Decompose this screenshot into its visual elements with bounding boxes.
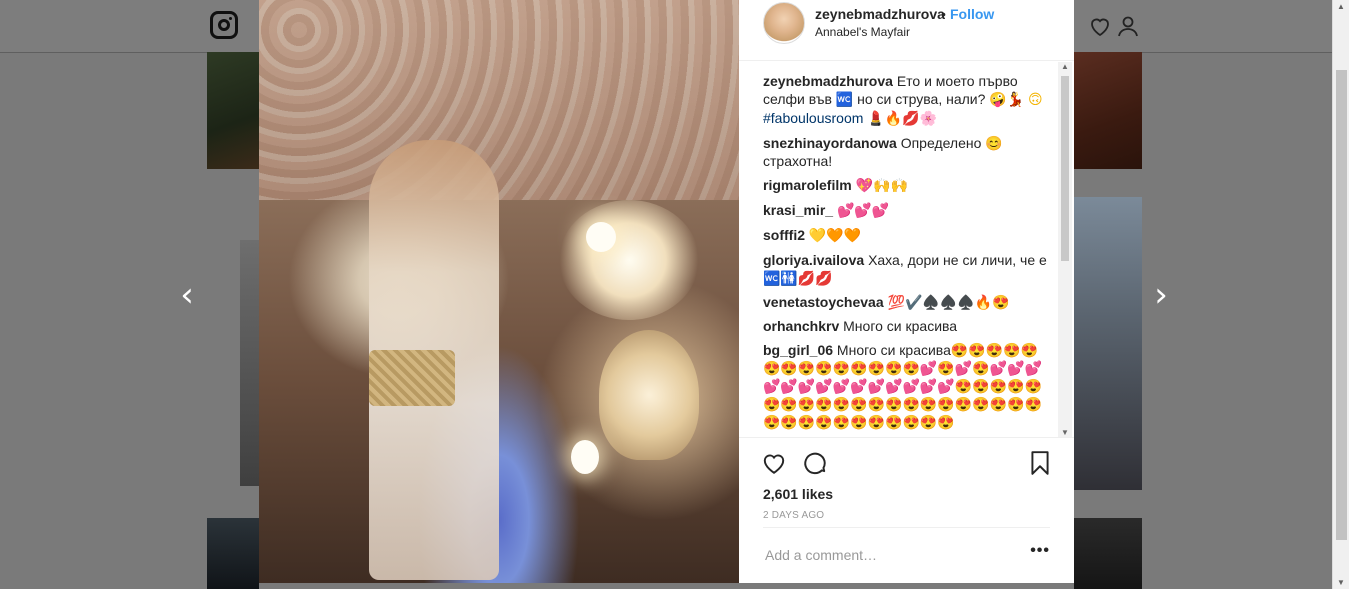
separator-dot: •	[941, 6, 946, 22]
list-item: rigmarolefilm 💖🙌🙌	[763, 176, 1053, 195]
scroll-up-icon[interactable]: ▲	[1337, 2, 1345, 11]
comment-icon[interactable]	[802, 450, 828, 476]
previous-post-arrow-icon[interactable]: ‹	[172, 278, 202, 312]
post-author-username[interactable]: zeynebmadzhurova	[815, 6, 945, 22]
comment-text: 💛🧡🧡	[808, 228, 862, 244]
comment-username[interactable]: gloriya.ivailova	[763, 252, 864, 268]
photo-floral-wall	[259, 0, 739, 200]
comment-input[interactable]	[763, 546, 1007, 564]
scroll-up-icon[interactable]: ▲	[1061, 62, 1069, 71]
comment-username[interactable]: bg_girl_06	[763, 342, 833, 358]
comment-username[interactable]: orhanchkrv	[763, 318, 839, 334]
comment-username[interactable]: krasi_mir_	[763, 202, 833, 218]
scroll-down-icon[interactable]: ▼	[1337, 578, 1345, 587]
comment-text: 💯✔️♠️♠️♠️🔥😍	[887, 294, 1010, 310]
list-item: snezhinayordanowa Определено 😊 страхотна…	[763, 134, 1053, 170]
heart-icon[interactable]	[1088, 14, 1112, 38]
grid-thumbnail[interactable]	[1074, 518, 1142, 589]
like-heart-icon[interactable]	[761, 450, 787, 476]
page-scrollbar[interactable]: ▲ ▼	[1332, 0, 1350, 589]
bookmark-icon[interactable]	[1027, 450, 1053, 476]
comment-username[interactable]: rigmarolefilm	[763, 177, 852, 193]
grid-thumbnail[interactable]	[1074, 197, 1142, 490]
comment-username[interactable]: snezhinayordanowa	[763, 135, 897, 151]
post-actions: 2,601 likes 2 DAYS AGO	[739, 437, 1074, 528]
next-post-arrow-icon[interactable]: ›	[1146, 278, 1176, 312]
profile-icon[interactable]	[1116, 14, 1140, 38]
hashtag-link[interactable]: #faboulousroom	[763, 110, 863, 126]
post-location[interactable]: Annabel's Mayfair	[815, 25, 910, 39]
grid-thumbnail[interactable]	[240, 240, 259, 486]
comment-emoji: 💄🔥💋🌸	[867, 111, 938, 127]
avatar[interactable]	[763, 2, 805, 44]
scrollbar-thumb[interactable]	[1336, 70, 1347, 540]
comment-username[interactable]: zeynebmadzhurova	[763, 73, 893, 89]
instagram-logo-icon[interactable]	[210, 11, 238, 39]
scroll-down-icon[interactable]: ▼	[1061, 428, 1069, 437]
photo-glass-lamp	[599, 330, 699, 460]
window-edge	[1349, 0, 1366, 589]
photo-bulb	[586, 222, 616, 252]
comment-text: Много си красива	[843, 318, 958, 334]
follow-button[interactable]: Follow	[950, 6, 994, 22]
post-side-panel: zeynebmadzhurova • Follow Annabel's Mayf…	[739, 0, 1074, 583]
post-photo[interactable]	[259, 0, 739, 583]
list-item: orhanchkrv Много си красива	[763, 317, 1053, 335]
comments-list: zeynebmadzhurova Ето и моето първо селфи…	[763, 72, 1053, 434]
post-header: zeynebmadzhurova • Follow Annabel's Mayf…	[739, 0, 1074, 61]
list-item: venetastoychevaa 💯✔️♠️♠️♠️🔥😍	[763, 293, 1053, 311]
comments-scrollbar[interactable]: ▲ ▼	[1058, 62, 1072, 437]
comment-text: 💖🙌🙌	[855, 178, 908, 194]
add-comment-bar: •••	[763, 527, 1050, 584]
comment-text: 💕💕💕	[836, 203, 890, 219]
scrollbar-thumb[interactable]	[1061, 76, 1069, 261]
photo-bulb	[571, 440, 599, 474]
comment-username[interactable]: sofffi2	[763, 227, 805, 243]
list-item: bg_girl_06 Много си красива😍😍😍😍😍😍😍😍😍😍😍😍😍…	[763, 341, 1053, 431]
photo-lamp-glow	[559, 200, 699, 320]
post-timestamp[interactable]: 2 DAYS AGO	[763, 510, 824, 521]
caption: zeynebmadzhurova Ето и моето първо селфи…	[763, 72, 1053, 128]
likes-count[interactable]: 2,601 likes	[763, 486, 833, 502]
list-item: gloriya.ivailova Хаха, дори не си личи, …	[763, 251, 1053, 287]
grid-thumbnail[interactable]	[207, 518, 259, 589]
photo-handbag	[369, 350, 455, 406]
comment-username[interactable]: venetastoychevaa	[763, 294, 884, 310]
more-options-icon[interactable]: •••	[1030, 542, 1050, 560]
comment-emoji: 🙃	[1028, 92, 1043, 108]
grid-thumbnail[interactable]	[207, 52, 259, 169]
list-item: krasi_mir_ 💕💕💕	[763, 201, 1053, 220]
list-item: sofffi2 💛🧡🧡	[763, 226, 1053, 245]
grid-thumbnail[interactable]	[1074, 52, 1142, 169]
